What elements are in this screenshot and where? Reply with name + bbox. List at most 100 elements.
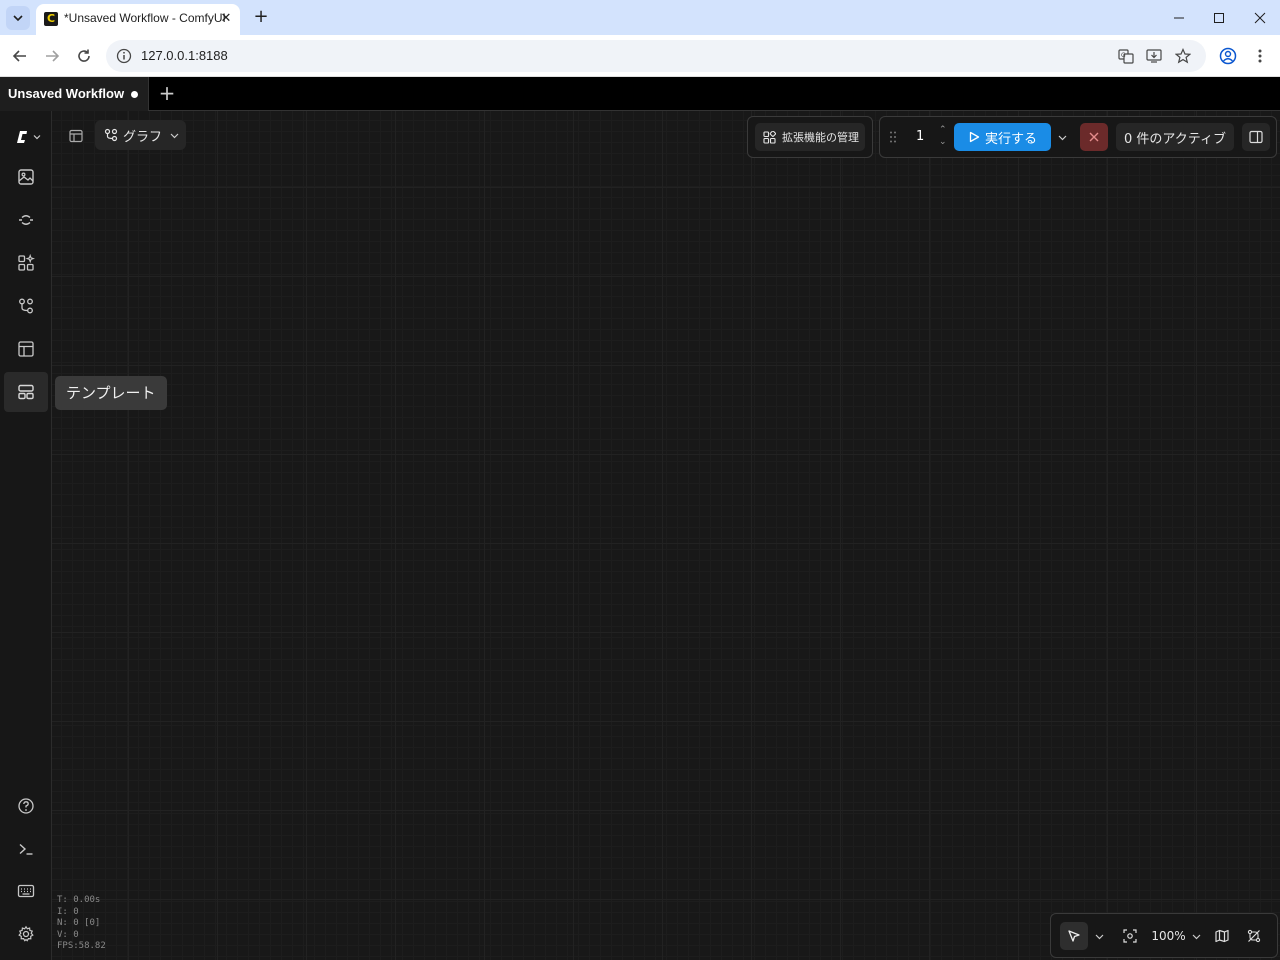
run-button[interactable]: 実行する: [954, 123, 1051, 151]
manage-extensions-label: 拡張機能の管理: [782, 131, 859, 144]
mode-dropdown[interactable]: [1091, 922, 1107, 950]
stat-v: V: 0: [57, 929, 79, 940]
minimize-icon[interactable]: [1167, 6, 1191, 30]
browser-toolbar: 127.0.0.1:8188 G: [0, 35, 1280, 77]
template-icon: [18, 384, 34, 400]
render-stats: T: 0.00s I: 0 N: 0 [0] V: 0 FPS:58.82: [57, 895, 106, 953]
pointer-icon: [1068, 930, 1080, 942]
model-icon: [19, 215, 33, 225]
new-workflow-button[interactable]: +: [156, 82, 178, 104]
run-label: 実行する: [984, 131, 1037, 147]
stat-time: T: 0.00s: [57, 895, 101, 905]
back-icon[interactable]: [7, 43, 33, 69]
panel-right-icon: [1249, 130, 1263, 144]
chevron-down-icon: [1192, 934, 1201, 939]
browser-tab-title: *Unsaved Workflow - ComfyUI: [64, 11, 226, 25]
new-tab-button[interactable]: +: [250, 6, 272, 28]
sidebar-item-layout[interactable]: [4, 329, 48, 369]
workflow-icon: [19, 298, 33, 314]
sidebar-tooltip: テンプレート: [55, 376, 167, 410]
graph-canvas[interactable]: [52, 111, 1280, 960]
increment-icon[interactable]: ⌃: [939, 125, 947, 135]
url-text: 127.0.0.1:8188: [141, 48, 228, 63]
graph-dropdown-button[interactable]: グラフ: [95, 120, 186, 150]
fit-view-icon: [1123, 929, 1137, 943]
tab-search-button[interactable]: [6, 6, 30, 30]
fit-view-button[interactable]: [1119, 922, 1141, 950]
close-icon: [1089, 132, 1099, 142]
layout-icon: [18, 341, 34, 357]
graph-label: グラフ: [123, 129, 163, 145]
sidebar-item-images[interactable]: [4, 157, 48, 197]
browser-tabstrip: C *Unsaved Workflow - ComfyUI ✕ +: [0, 0, 1280, 35]
sidebar-item-shortcuts[interactable]: [4, 871, 48, 911]
sidebar-item-workflows[interactable]: [4, 286, 48, 326]
workflow-icon: [104, 128, 118, 142]
toggle-links-button[interactable]: [1243, 922, 1265, 950]
bookmark-star-icon[interactable]: [1174, 47, 1192, 65]
close-tab-icon[interactable]: ✕: [218, 11, 234, 27]
play-icon: [969, 131, 980, 143]
decrement-icon[interactable]: ⌄: [939, 137, 947, 147]
translate-icon[interactable]: G: [1117, 47, 1135, 65]
chevron-down-icon: [13, 15, 23, 22]
svg-text:G: G: [1121, 52, 1126, 59]
run-options-dropdown[interactable]: [1053, 123, 1071, 151]
node-library-icon: [18, 254, 35, 271]
canvas-controls: 100%: [1050, 913, 1278, 958]
queue-count-stepper[interactable]: 1 ⌃ ⌄: [906, 123, 952, 151]
zoom-level: 100%: [1151, 929, 1186, 943]
terminal-icon: [19, 843, 33, 855]
sidebar-item-terminal[interactable]: [4, 829, 48, 869]
extensions-group: 拡張機能の管理: [747, 116, 873, 158]
browser-tab-active[interactable]: C *Unsaved Workflow - ComfyUI ✕: [36, 4, 240, 35]
interrupt-button[interactable]: [1080, 123, 1108, 151]
image-icon: [18, 169, 34, 185]
address-bar[interactable]: 127.0.0.1:8188 G: [106, 40, 1206, 72]
profile-icon[interactable]: [1215, 43, 1241, 69]
panel-left-icon: [69, 129, 83, 143]
install-app-icon[interactable]: [1145, 47, 1163, 65]
select-mode-button[interactable]: [1060, 922, 1088, 950]
sidebar-item-settings[interactable]: [4, 914, 48, 954]
window-close-icon[interactable]: [1248, 6, 1272, 30]
keyboard-icon: [17, 884, 35, 898]
link-off-icon: [1247, 929, 1261, 943]
zoom-dropdown[interactable]: 100%: [1151, 922, 1201, 950]
comfy-menu-button[interactable]: [14, 127, 48, 147]
unsaved-dot-icon: [131, 91, 138, 98]
comfyui-app: Unsaved Workflow + テンプレート グラフ 拡張機能の管理 1 …: [0, 77, 1280, 960]
sidebar-item-help[interactable]: [4, 786, 48, 826]
chevron-down-icon: [170, 133, 179, 138]
drag-handle-icon[interactable]: [888, 130, 898, 144]
maximize-icon[interactable]: [1207, 6, 1231, 30]
sidebar-item-templates[interactable]: [4, 372, 48, 412]
chevron-down-icon: [1058, 135, 1066, 140]
chevron-down-icon: [1095, 934, 1103, 939]
comfy-logo-icon: [17, 131, 27, 143]
sidebar-item-nodes[interactable]: [4, 243, 48, 283]
browser-menu-icon[interactable]: [1247, 43, 1273, 69]
sidebar-item-models[interactable]: [4, 200, 48, 240]
workflow-tab-bar: Unsaved Workflow +: [0, 77, 1280, 111]
active-queue-button[interactable]: 0 件のアクティブ: [1116, 123, 1234, 151]
comfyui-favicon-icon: C: [44, 12, 58, 26]
workflow-tab-label: Unsaved Workflow: [8, 86, 125, 101]
workflow-tab[interactable]: Unsaved Workflow: [0, 77, 149, 111]
forward-icon[interactable]: [39, 43, 65, 69]
site-info-icon[interactable]: [116, 48, 132, 64]
minimap-button[interactable]: [1211, 922, 1233, 950]
help-icon: [18, 798, 34, 814]
map-icon: [1215, 929, 1229, 943]
toggle-right-panel-button[interactable]: [1242, 123, 1270, 151]
reload-icon[interactable]: [71, 43, 97, 69]
queue-run-group: 1 ⌃ ⌄ 実行する 0 件のアクティブ: [879, 116, 1277, 158]
toggle-panel-button[interactable]: [64, 123, 88, 149]
extensions-icon: [763, 130, 776, 144]
sidebar: [0, 111, 52, 960]
stat-fps: FPS:58.82: [57, 941, 106, 951]
chevron-down-icon: [33, 135, 41, 140]
queue-count-value: 1: [916, 129, 925, 144]
manage-extensions-button[interactable]: 拡張機能の管理: [755, 123, 865, 151]
gear-icon: [18, 925, 34, 942]
